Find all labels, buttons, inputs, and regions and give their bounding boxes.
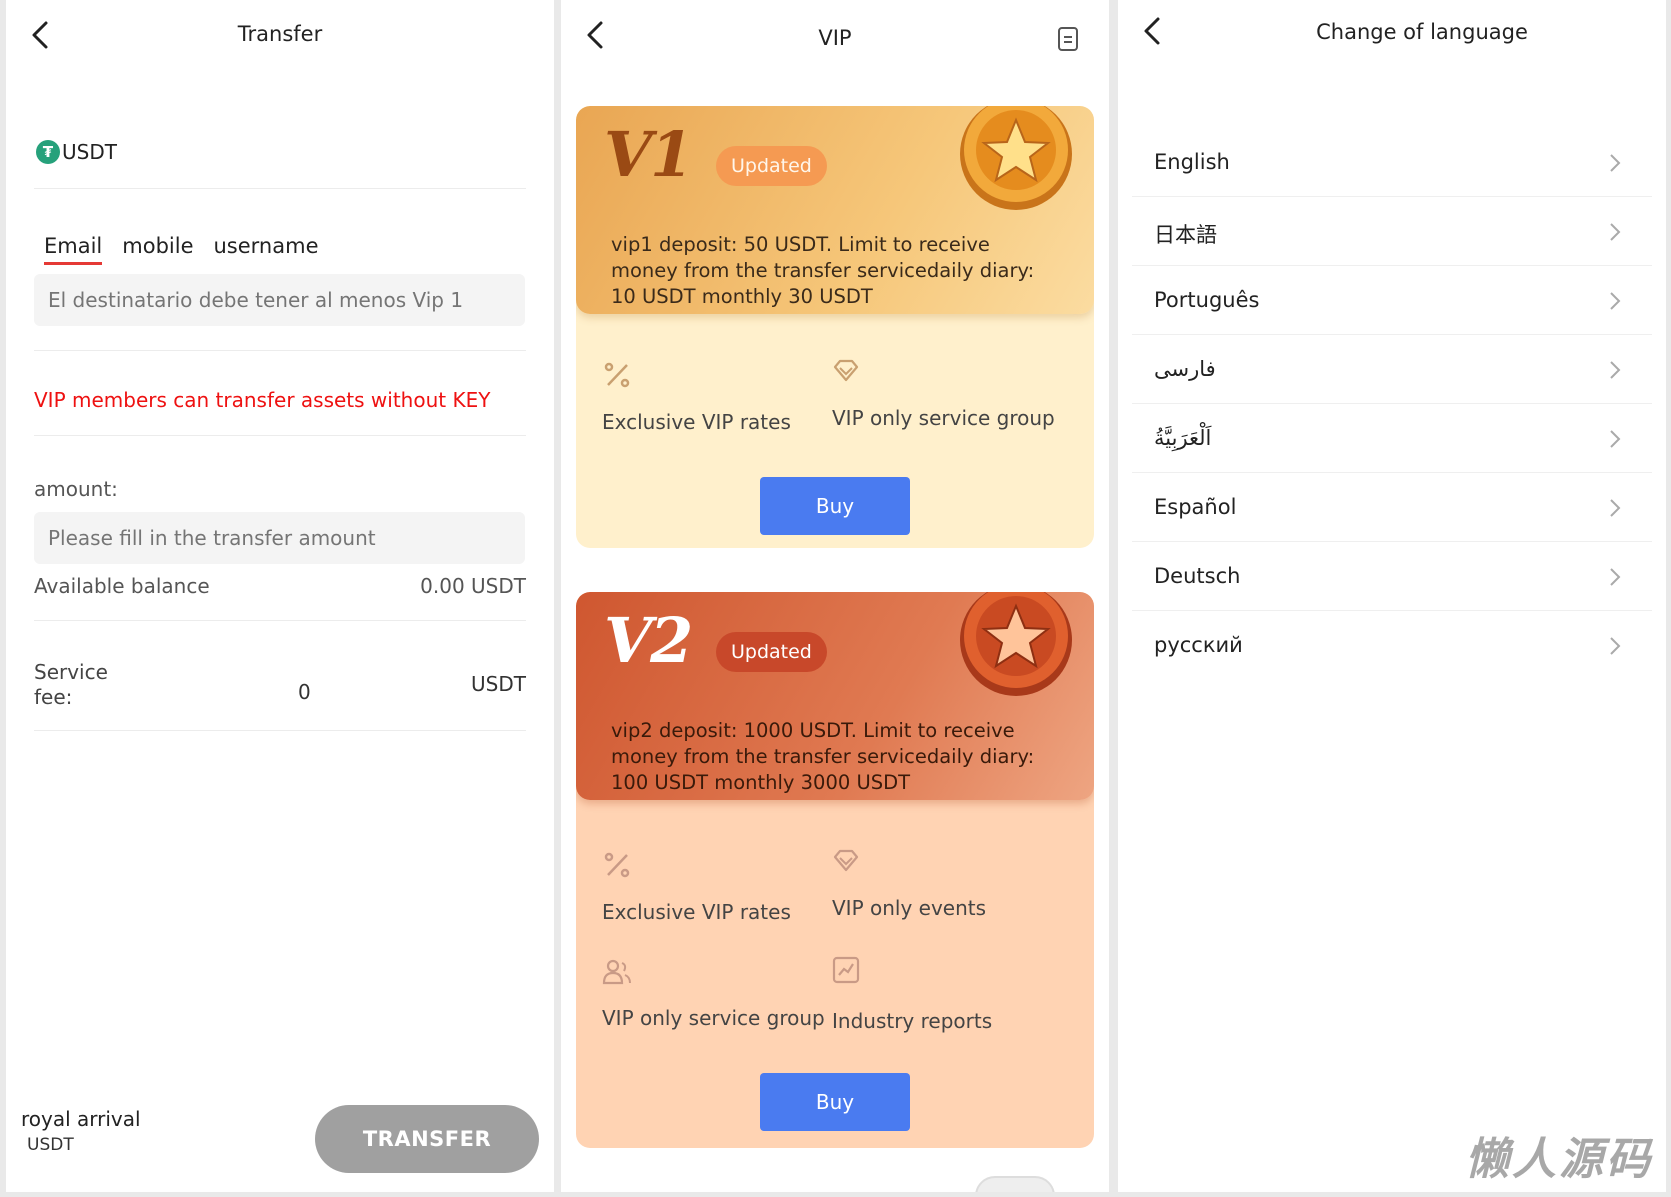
- page-title: Change of language: [1316, 20, 1528, 44]
- percent-icon: [604, 852, 630, 878]
- language-label: فارسی: [1154, 357, 1216, 381]
- language-item[interactable]: русский: [1132, 611, 1652, 680]
- vip-level: V1: [604, 118, 693, 191]
- chevron-right-icon: [1610, 154, 1621, 172]
- fee-label-line1: Service: [34, 660, 108, 684]
- divider: [34, 188, 526, 189]
- language-label: English: [1154, 150, 1230, 174]
- feature-label: VIP only service group: [832, 406, 1055, 430]
- transfer-panel: Transfer ₮ USDT Email mobile username VI…: [6, 0, 554, 1192]
- language-item[interactable]: Português: [1132, 266, 1652, 335]
- vip-card-v1: V1 Updated vip1 deposit: 50 USDT. Limit …: [576, 106, 1094, 548]
- vip-card-v2: V2 Updated vip2 deposit: 1000 USDT. Limi…: [576, 592, 1094, 1148]
- feature-label: Exclusive VIP rates: [602, 900, 791, 924]
- status-badge: Updated: [716, 632, 827, 672]
- fee-label-line2: fee:: [34, 685, 73, 709]
- available-balance-label: Available balance: [34, 574, 210, 598]
- feature-label: Industry reports: [832, 1009, 993, 1033]
- chevron-right-icon: [1610, 430, 1621, 448]
- chevron-right-icon: [1610, 292, 1621, 310]
- tab-mobile[interactable]: mobile: [122, 234, 193, 265]
- language-item[interactable]: Deutsch: [1132, 542, 1652, 611]
- vip-panel: VIP V1 Updated vip1 deposit: 50 USDT. Li…: [561, 0, 1109, 1192]
- language-label: اَلْعَرَبِيَّةُ: [1154, 426, 1212, 450]
- language-item[interactable]: Español: [1132, 473, 1652, 542]
- vip-description: vip2 deposit: 1000 USDT. Limit to receiv…: [611, 719, 1035, 794]
- tab-email[interactable]: Email: [44, 234, 103, 265]
- buy-button[interactable]: Buy: [760, 1073, 910, 1131]
- buy-button[interactable]: Buy: [760, 477, 910, 535]
- available-balance-value: 0.00 USDT: [420, 574, 526, 598]
- language-item[interactable]: فارسی: [1132, 335, 1652, 404]
- vip-note: VIP members can transfer assets without …: [34, 388, 491, 412]
- feature-label: Exclusive VIP rates: [602, 410, 791, 434]
- document-icon[interactable]: [1057, 26, 1079, 52]
- language-label: 日本語: [1154, 223, 1217, 247]
- chevron-right-icon: [1610, 637, 1621, 655]
- recipient-input[interactable]: [34, 274, 525, 326]
- report-icon: [832, 956, 860, 984]
- back-icon[interactable]: [1140, 16, 1166, 46]
- chevron-right-icon: [1610, 499, 1621, 517]
- language-item[interactable]: اَلْعَرَبِيَّةُ: [1132, 404, 1652, 473]
- percent-icon: [604, 362, 630, 388]
- watermark: 懒人源码: [1465, 1134, 1653, 1185]
- users-icon: [602, 959, 631, 985]
- medal-icon: [960, 592, 1072, 696]
- transfer-button[interactable]: TRANSFER: [315, 1105, 539, 1173]
- divider: [34, 620, 526, 621]
- fee-unit: USDT: [471, 672, 526, 696]
- page-title: Transfer: [237, 22, 323, 46]
- language-panel: Change of language English 日本語 Português…: [1118, 0, 1666, 1192]
- language-item[interactable]: 日本語: [1132, 197, 1652, 266]
- footer-name: royal arrival: [21, 1107, 141, 1131]
- chevron-right-icon: [1610, 568, 1621, 586]
- language-label: Deutsch: [1154, 564, 1241, 588]
- divider: [34, 350, 526, 351]
- vip-description: vip1 deposit: 50 USDT. Limit to receive …: [611, 233, 1035, 308]
- divider: [34, 730, 526, 731]
- status-badge: Updated: [716, 146, 827, 186]
- language-item[interactable]: English: [1132, 128, 1652, 197]
- footer-unit: USDT: [27, 1135, 74, 1155]
- chevron-right-icon: [1610, 361, 1621, 379]
- recipient-type-tabs: Email mobile username: [44, 234, 339, 265]
- diamond-icon: [833, 359, 859, 382]
- amount-label: amount:: [34, 477, 118, 501]
- tether-icon: ₮: [36, 140, 60, 164]
- divider: [34, 435, 526, 436]
- feature-label: VIP only events: [832, 896, 987, 920]
- chevron-right-icon: [1610, 223, 1621, 241]
- medal-icon: [960, 106, 1072, 210]
- coin-selector[interactable]: ₮ USDT: [36, 140, 117, 164]
- coin-label: USDT: [62, 140, 117, 164]
- feature-label: VIP only service group: [602, 1006, 825, 1030]
- vip-level: V2: [604, 604, 693, 677]
- page-title: VIP: [818, 26, 852, 50]
- medal-icon: [975, 1176, 1055, 1192]
- tab-username[interactable]: username: [214, 234, 319, 265]
- language-label: Português: [1154, 288, 1260, 312]
- fee-value: 0: [298, 680, 311, 704]
- language-label: русский: [1154, 633, 1243, 657]
- diamond-icon: [833, 849, 859, 872]
- amount-input[interactable]: [34, 512, 525, 564]
- language-label: Español: [1154, 495, 1237, 519]
